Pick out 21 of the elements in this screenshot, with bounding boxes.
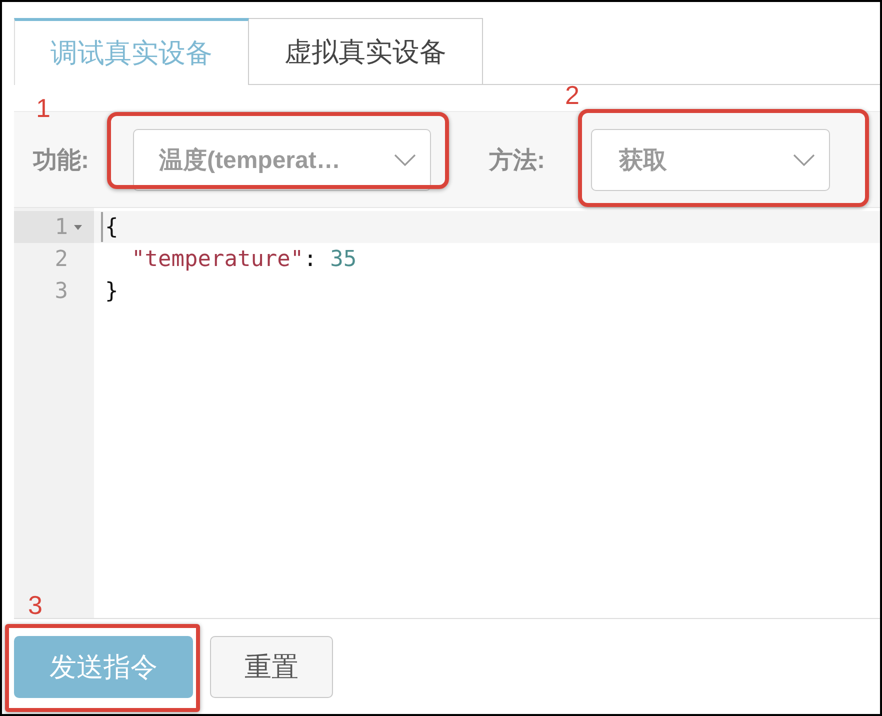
caret-down-icon[interactable] (74, 224, 82, 230)
line-number: 2 (54, 246, 68, 272)
chevron-down-icon (793, 154, 815, 166)
chevron-down-icon (394, 154, 416, 166)
annotation-number: 3 (28, 592, 42, 618)
tab[interactable]: 调试真实设备 (14, 18, 249, 85)
primary-button[interactable]: 发送指令 (14, 636, 193, 698)
field-label: 功能: (33, 146, 89, 176)
code-line: { (105, 214, 118, 240)
line-number: 1 (54, 214, 68, 240)
code-line: } (105, 278, 118, 304)
annotation-number: 1 (36, 94, 50, 120)
line-number: 3 (54, 278, 68, 304)
default-button[interactable]: 重置 (210, 636, 333, 698)
annotation-number: 2 (565, 82, 580, 108)
dropdown-select[interactable]: 温度(temperat… (133, 128, 431, 190)
tab[interactable]: 虚拟真实设备 (248, 18, 483, 84)
field-label: 方法: (489, 146, 545, 176)
code-line: "temperature": 35 (131, 246, 357, 272)
dropdown-select[interactable]: 获取 (591, 128, 830, 190)
text-cursor (101, 212, 103, 242)
